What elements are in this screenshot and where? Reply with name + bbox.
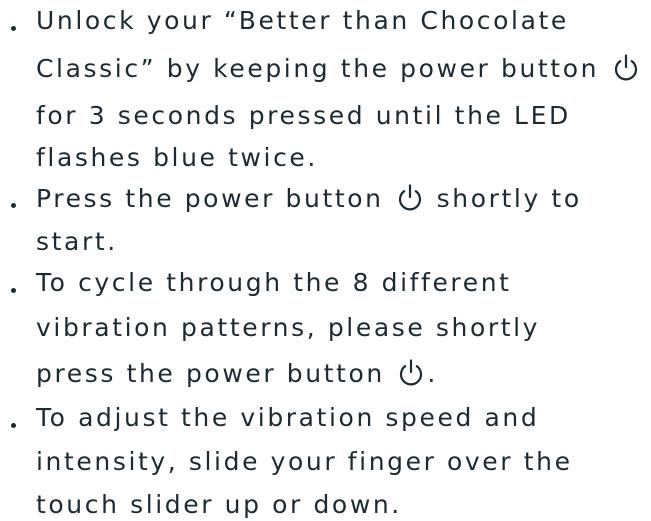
instruction-text: start. (36, 227, 118, 256)
instructions-document: Unlock your “Better than Chocolate Classi… (0, 0, 651, 521)
instruction-text: vibration patterns, please shortly (36, 313, 541, 342)
bullet-dot (11, 288, 16, 293)
instruction-text: Press the power button (36, 184, 395, 213)
instruction-line: To cycle through the 8 different (36, 268, 512, 298)
instruction-line: To adjust the vibration speed and (36, 403, 539, 433)
instruction-line: Classic” by keeping the power button (36, 53, 642, 84)
instruction-text: Unlock your “Better than Chocolate (36, 6, 569, 35)
instruction-line: start. (36, 227, 118, 257)
instruction-text: shortly to (426, 184, 582, 213)
instruction-text: for 3 seconds pressed until the LED (36, 101, 571, 130)
instruction-text: . (427, 359, 438, 388)
instruction-line: press the power button . (36, 358, 438, 389)
instruction-line: Unlock your “Better than Chocolate (36, 6, 569, 36)
instruction-line: for 3 seconds pressed until the LED (36, 101, 571, 131)
power-icon (396, 358, 426, 388)
instruction-line: Press the power button shortly to (36, 183, 582, 214)
instruction-line: intensity, slide your finger over the (36, 447, 573, 477)
power-icon (611, 53, 641, 83)
instruction-text: Classic” by keeping the power button (36, 54, 610, 83)
instruction-text: intensity, slide your finger over the (36, 447, 573, 476)
instruction-line: flashes blue twice. (36, 143, 318, 173)
instruction-text: touch slider up or down. (36, 490, 402, 519)
instruction-text: To cycle through the 8 different (36, 268, 512, 297)
instruction-text: To adjust the vibration speed and (36, 403, 540, 432)
instruction-text: flashes blue twice. (36, 143, 318, 172)
instruction-line: touch slider up or down. (36, 490, 402, 520)
instruction-line: vibration patterns, please shortly (36, 313, 540, 343)
bullet-dot (11, 26, 16, 31)
bullet-dot (11, 423, 16, 428)
bullet-dot (11, 203, 16, 208)
power-icon (395, 183, 425, 213)
instruction-text: press the power button (36, 359, 396, 388)
